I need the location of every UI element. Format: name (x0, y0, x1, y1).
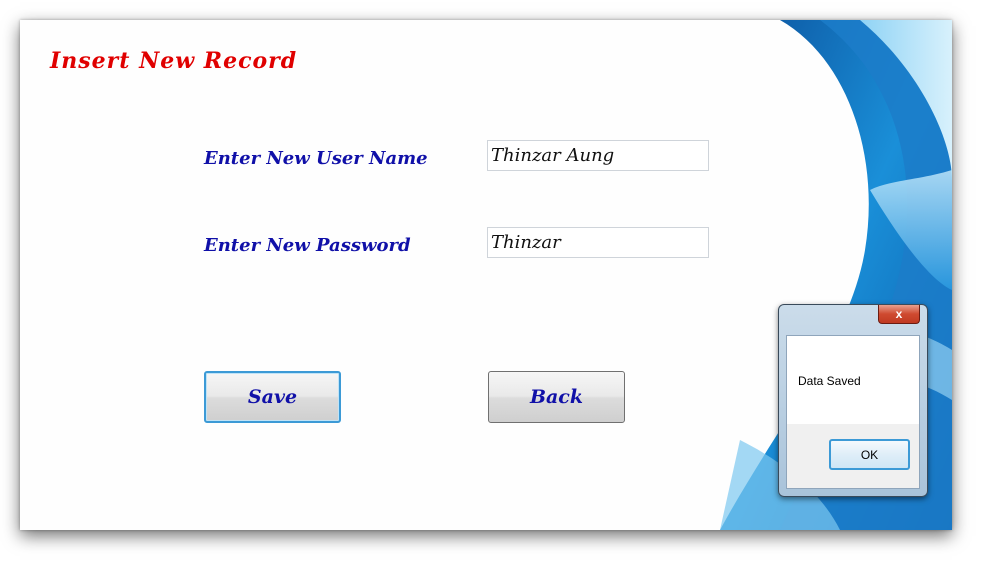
close-button[interactable]: x (878, 305, 920, 324)
save-button[interactable]: Save (204, 371, 341, 423)
page-title: Insert New Record (50, 48, 298, 74)
dialog-body: Data Saved OK (786, 335, 920, 489)
password-label: Enter New Password (204, 235, 411, 256)
username-input[interactable] (487, 140, 709, 171)
dialog-footer: OK (787, 424, 919, 488)
back-button[interactable]: Back (488, 371, 625, 423)
dialog-message: Data Saved (798, 374, 861, 388)
ok-button[interactable]: OK (829, 439, 910, 470)
username-label: Enter New User Name (204, 148, 428, 169)
password-input[interactable] (487, 227, 709, 258)
message-dialog: x Data Saved OK (778, 304, 928, 497)
close-icon: x (895, 307, 903, 321)
